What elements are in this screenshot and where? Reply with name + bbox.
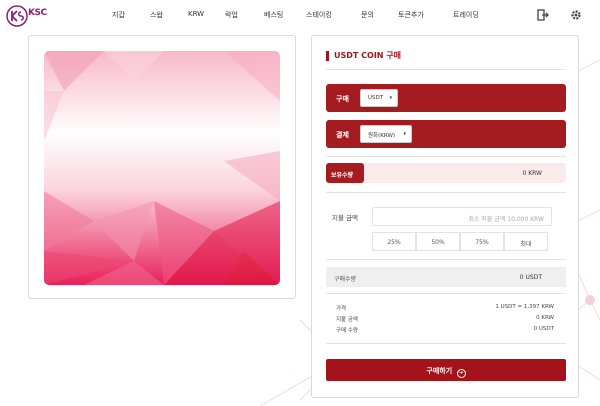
nav-item-swap[interactable]: 스왑 — [150, 10, 188, 20]
coin-image-card — [28, 35, 296, 299]
top-navigation-bar: KSC 지갑 스왑 KRW 락업 베스팅 스테이킹 문의 토큰추가 트레이딩 — [0, 0, 600, 32]
summary-qty-label: 구매 수량 — [336, 328, 358, 334]
main-nav: 지갑 스왑 KRW 락업 베스팅 스테이킹 문의 토큰추가 트레이딩 — [112, 10, 505, 20]
nav-item-staking[interactable]: 스테이킹 — [306, 10, 361, 20]
nav-item-krw[interactable]: KRW — [188, 10, 225, 20]
coin-image — [44, 51, 280, 285]
balance-value: 0 KRW — [522, 170, 542, 177]
payment-currency-row: 결제 원화(KRW) ▾ — [326, 120, 566, 148]
buy-button-label: 구매하기 — [426, 367, 453, 375]
summary-price-value: 1 USDT = 1,397 KRW — [495, 304, 554, 310]
divider — [326, 343, 566, 344]
nav-item-lockup[interactable]: 락업 — [225, 10, 264, 20]
percent-max-button[interactable]: 최대 — [504, 232, 548, 251]
chevron-down-icon: ▾ — [403, 131, 406, 137]
nav-item-wallet[interactable]: 지갑 — [112, 10, 150, 20]
logout-icon[interactable] — [537, 9, 549, 21]
brand-logo-text: KSC — [28, 8, 47, 18]
summary-pay-label: 지불 금액 — [336, 317, 358, 323]
usdt-purchase-panel: USDT COIN 구매 구매 USDT ▾ 결제 원화(KRW) ▾ 보유수량… — [311, 35, 579, 398]
payment-label: 결제 — [336, 131, 349, 139]
pay-amount-label: 지불 금액 — [332, 214, 358, 222]
summary-pay-value: 0 KRW — [536, 315, 554, 321]
nav-item-vesting[interactable]: 베스팅 — [264, 10, 306, 20]
buy-currency-select[interactable]: USDT ▾ — [360, 89, 398, 107]
panel-title: USDT COIN 구매 — [326, 50, 401, 61]
purchase-quantity-row: 구매수량 0 USDT — [326, 267, 566, 287]
buy-currency-row: 구매 USDT ▾ — [326, 84, 566, 112]
divider — [326, 192, 566, 193]
buy-label: 구매 — [336, 95, 349, 103]
balance-label: 보유수량 — [326, 163, 364, 183]
chevron-down-icon: ▾ — [389, 95, 392, 101]
percent-75-button[interactable]: 75% — [460, 232, 504, 251]
quantity-value: 0 USDT — [519, 274, 542, 281]
arrow-right-icon: ➜ — [456, 369, 466, 378]
nav-item-inquiry[interactable]: 문의 — [361, 10, 398, 20]
divider — [326, 156, 566, 157]
percent-25-button[interactable]: 25% — [372, 232, 416, 251]
payment-currency-value: 원화(KRW) — [368, 133, 396, 139]
summary-price-label: 가격 — [336, 306, 347, 312]
gear-icon[interactable] — [570, 9, 582, 21]
title-marker — [326, 50, 329, 61]
summary-qty-value: 0 USDT — [533, 326, 554, 332]
divider — [326, 259, 566, 260]
panel-title-text: USDT COIN 구매 — [334, 51, 401, 60]
pay-amount-placeholder: 최소 지불 금액 10,000 KRW — [468, 216, 544, 223]
buy-currency-value: USDT — [368, 95, 384, 101]
balance-row: 보유수량 0 KRW — [326, 163, 566, 183]
quantity-label: 구매수량 — [334, 276, 357, 283]
nav-item-trading[interactable]: 트레이딩 — [453, 10, 505, 20]
nav-item-add-token[interactable]: 토큰추가 — [398, 10, 453, 20]
divider — [326, 69, 566, 70]
buy-button[interactable]: 구매하기 ➜ — [326, 359, 566, 381]
ksc-logo-icon[interactable] — [6, 5, 28, 27]
divider — [326, 293, 566, 294]
payment-currency-select[interactable]: 원화(KRW) ▾ — [360, 125, 412, 143]
pay-amount-input[interactable]: 최소 지불 금액 10,000 KRW — [372, 207, 552, 226]
percent-50-button[interactable]: 50% — [416, 232, 460, 251]
